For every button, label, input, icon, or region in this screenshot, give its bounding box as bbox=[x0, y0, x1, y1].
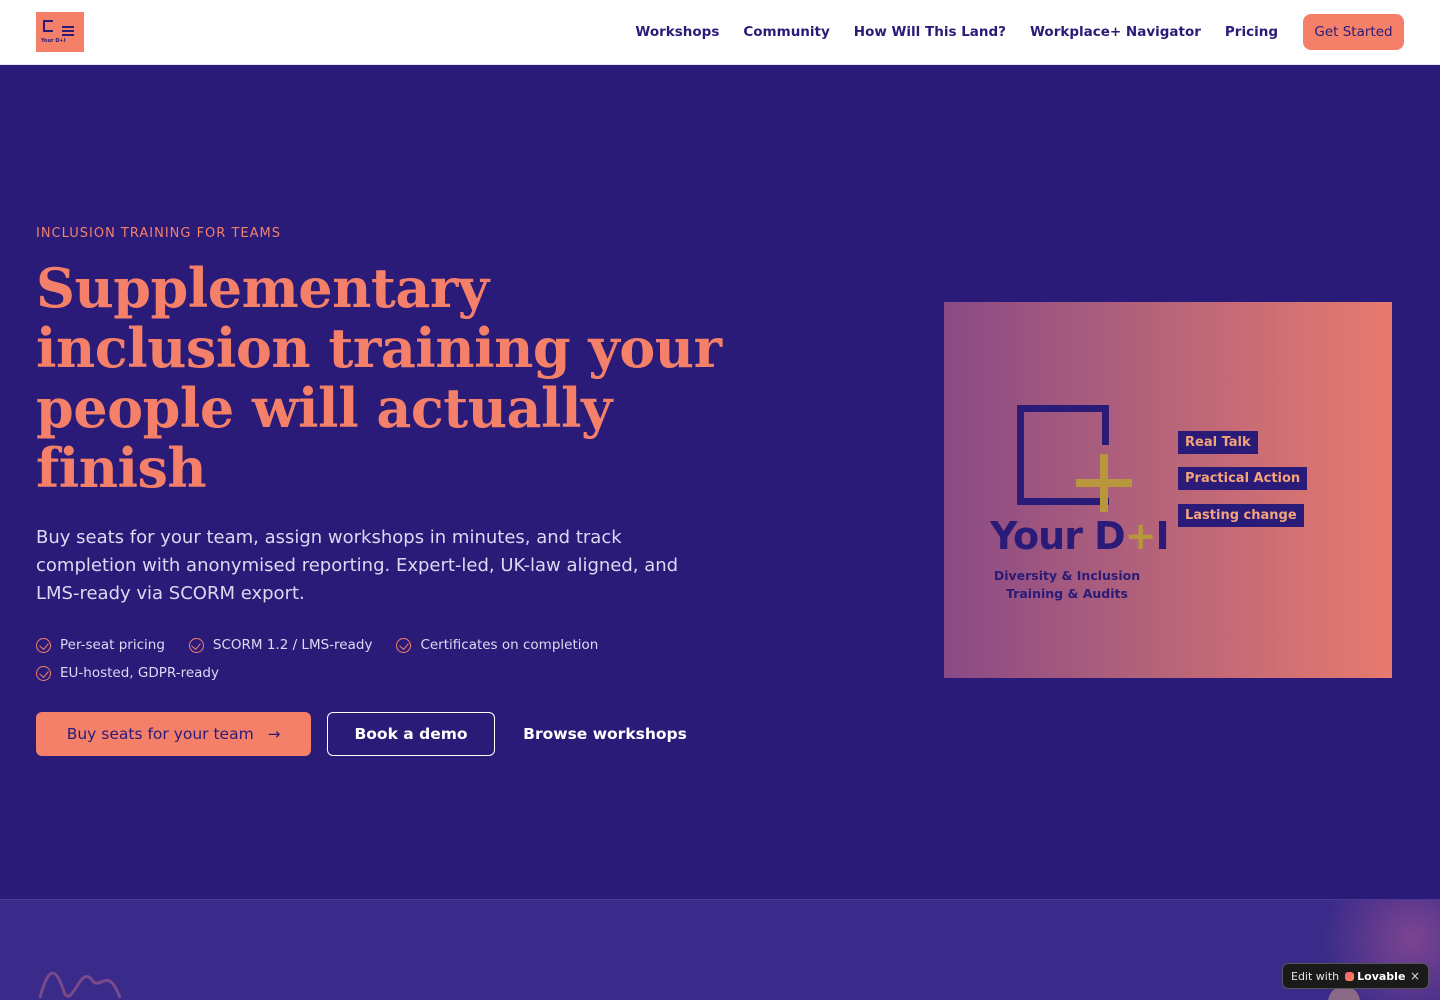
brand-frame-right bbox=[1102, 405, 1109, 445]
lovable-brand: Lovable bbox=[1345, 970, 1405, 983]
edit-with-lovable-badge[interactable]: Edit with Lovable × bbox=[1282, 963, 1429, 989]
feature-item: EU-hosted, GDPR-ready bbox=[36, 659, 219, 687]
feature-label: Per-seat pricing bbox=[60, 637, 165, 653]
brand-frame-icon bbox=[1017, 405, 1109, 505]
brand-frame-top bbox=[1017, 405, 1109, 412]
feature-item: Per-seat pricing bbox=[36, 631, 165, 659]
buy-seats-label: Buy seats for your team bbox=[66, 725, 254, 743]
arrow-right-icon: → bbox=[267, 725, 281, 743]
nav-link-community[interactable]: Community bbox=[743, 24, 829, 40]
badge-prefix: Edit with bbox=[1291, 969, 1340, 983]
brand-prefix: Your D bbox=[990, 514, 1126, 558]
hero-subtitle: Buy seats for your team, assign workshop… bbox=[36, 527, 679, 604]
feature-label: SCORM 1.2 / LMS-ready bbox=[212, 637, 373, 653]
lovable-heart-icon bbox=[1345, 971, 1355, 981]
nav-link-workplace-navigator[interactable]: Workplace+ Navigator bbox=[1030, 24, 1201, 40]
brand-logo[interactable]: Your D+I bbox=[36, 12, 84, 52]
brand-suffix: I bbox=[1155, 514, 1170, 558]
tagline-line-1: Diversity & Inclusion bbox=[993, 568, 1141, 583]
nav-link-pricing[interactable]: Pricing bbox=[1225, 24, 1278, 40]
feature-list: Per-seat pricing SCORM 1.2 / LMS-ready C… bbox=[36, 631, 656, 687]
lovable-brand-label: Lovable bbox=[1357, 969, 1406, 983]
image-brand-wordmark: Your D+I bbox=[990, 514, 1170, 558]
feature-label: Certificates on completion bbox=[420, 637, 599, 653]
buy-seats-button[interactable]: Buy seats for your team → bbox=[36, 712, 311, 756]
hero-headline: Supplementary inclusion training your pe… bbox=[36, 256, 722, 500]
browse-workshops-link[interactable]: Browse workshops bbox=[515, 712, 695, 756]
nav-link-workshops[interactable]: Workshops bbox=[635, 24, 719, 40]
wave-decoration-icon bbox=[38, 971, 122, 999]
logo-text: Your D+I bbox=[41, 38, 66, 44]
logo-frame-icon bbox=[43, 20, 53, 32]
next-section bbox=[0, 899, 1440, 1000]
close-icon[interactable]: × bbox=[1410, 969, 1420, 983]
logo-lines-icon bbox=[62, 26, 74, 38]
nav-links: Workshops Community How Will This Land? … bbox=[611, 0, 1278, 64]
check-circle-icon bbox=[188, 637, 204, 653]
pill-practical-action: Practical Action bbox=[1178, 467, 1308, 490]
image-tagline: Diversity & Inclusion Training & Audits bbox=[974, 567, 1160, 603]
tagline-line-2: Training & Audits bbox=[1006, 586, 1128, 601]
brand-plus: + bbox=[1124, 514, 1157, 558]
plus-icon-vertical bbox=[1100, 454, 1108, 512]
pill-lasting-change: Lasting change bbox=[1178, 504, 1304, 527]
check-circle-icon bbox=[36, 637, 51, 653]
check-circle-icon bbox=[36, 665, 51, 681]
hero-image: Your D+I Diversity & Inclusion Training … bbox=[944, 302, 1392, 678]
get-started-button[interactable]: Get Started bbox=[1303, 14, 1404, 50]
feature-label: EU-hosted, GDPR-ready bbox=[60, 665, 219, 681]
nav-link-how-will-this-land[interactable]: How Will This Land? bbox=[854, 24, 1006, 40]
book-demo-button[interactable]: Book a demo bbox=[327, 712, 495, 756]
pill-real-talk: Real Talk bbox=[1178, 431, 1258, 454]
top-navbar: Your D+I Workshops Community How Will Th… bbox=[0, 0, 1440, 65]
hero-eyebrow: INCLUSION TRAINING FOR TEAMS bbox=[36, 226, 281, 241]
feature-item: Certificates on completion bbox=[396, 631, 598, 659]
check-circle-icon bbox=[396, 637, 412, 653]
feature-item: SCORM 1.2 / LMS-ready bbox=[188, 631, 373, 659]
